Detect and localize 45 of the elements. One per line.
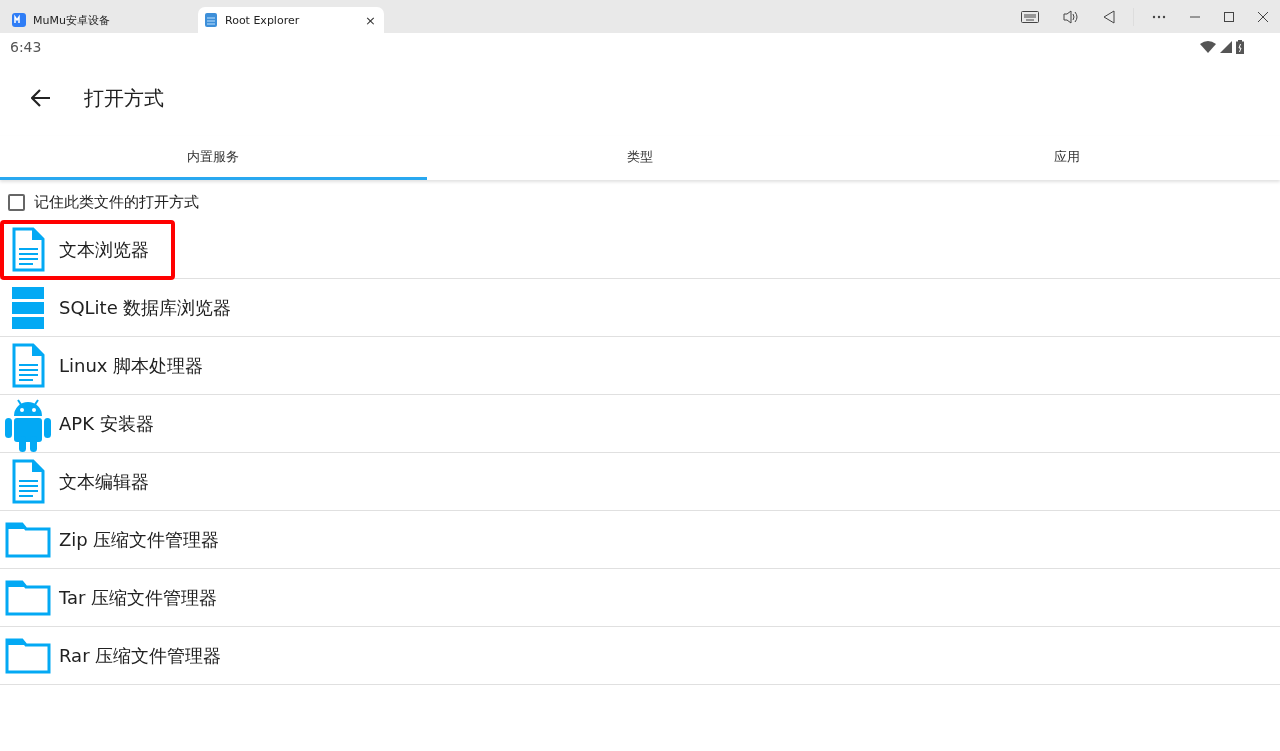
list-item[interactable]: 文本浏览器 [0,221,1280,279]
speaker-icon[interactable] [1063,9,1079,24]
app-logo-icon [204,13,218,27]
tab[interactable]: 内置服务 [0,137,427,180]
keyboard-icon[interactable] [1021,10,1039,23]
battery-icon [1236,39,1244,54]
database-icon [12,286,44,329]
folder-icon [5,579,51,616]
item-label: Zip 压缩文件管理器 [59,527,220,552]
item-label: 文本浏览器 [59,237,149,262]
list-item[interactable]: Linux 脚本处理器 [0,337,1280,395]
document-icon [11,458,45,505]
browser-tab[interactable]: MuMu安卓设备 [6,7,192,33]
list-item[interactable]: APK 安装器 [0,395,1280,453]
back-icon[interactable] [1103,9,1115,24]
back-arrow-icon[interactable] [31,89,51,107]
list-item[interactable]: 文本编辑器 [0,453,1280,511]
item-label: SQLite 数据库浏览器 [59,295,232,320]
item-label: Rar 压缩文件管理器 [59,643,222,668]
tab[interactable]: 类型 [426,137,854,180]
list-item[interactable]: Zip 压缩文件管理器 [0,511,1280,569]
checkbox-label: 记住此类文件的打开方式 [34,192,199,212]
tab[interactable]: 应用 [853,137,1280,180]
checkbox[interactable] [8,193,25,211]
close-icon[interactable] [1258,11,1268,22]
status-time: 6:43 [10,38,42,55]
wifi-icon [1200,40,1216,53]
app-logo-icon [12,13,26,27]
document-icon [11,226,45,273]
maximize-icon[interactable] [1224,11,1234,22]
list-item[interactable]: Rar 压缩文件管理器 [0,627,1280,685]
folder-icon [5,637,51,674]
item-label: 文本编辑器 [59,469,149,494]
item-label: APK 安装器 [59,411,154,436]
browser-tab[interactable]: Root Explorer × [198,7,384,33]
list-item[interactable]: SQLite 数据库浏览器 [0,279,1280,337]
tab-close-button[interactable]: × [365,12,376,28]
more-icon[interactable] [1152,14,1166,19]
item-label: Tar 压缩文件管理器 [59,585,218,610]
signal-icon [1220,40,1232,53]
item-label: Linux 脚本处理器 [59,353,204,378]
list-item[interactable]: Tar 压缩文件管理器 [0,569,1280,627]
document-icon [11,342,45,389]
folder-icon [5,521,51,558]
page-title: 打开方式 [84,84,164,112]
